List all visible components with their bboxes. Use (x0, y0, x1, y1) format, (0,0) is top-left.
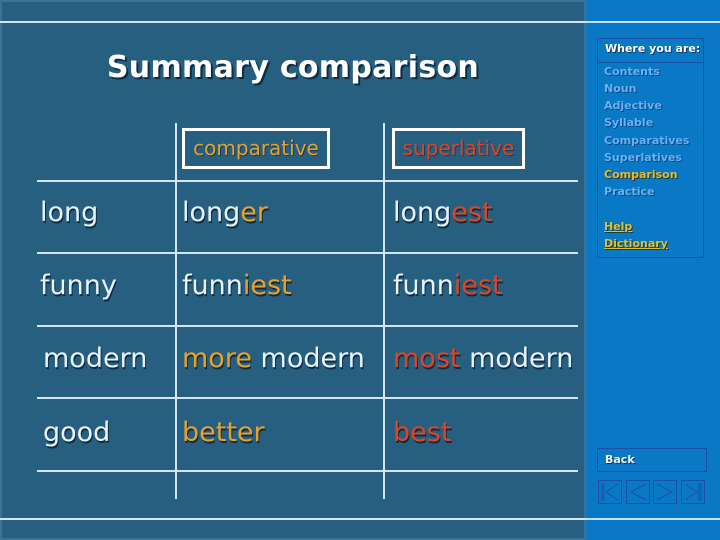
nav-item-superlatives[interactable]: Superlatives (604, 151, 682, 164)
rest: modern (251, 343, 365, 374)
previous-icon (629, 483, 647, 501)
table-row-base: modern (43, 343, 148, 374)
stem: long (393, 197, 452, 228)
row-divider (37, 397, 578, 399)
table-row-base: good (43, 417, 111, 448)
rest: modern (460, 343, 574, 374)
table-row-base: long (40, 197, 99, 228)
row-divider (37, 252, 578, 254)
table-row-comparative: funniest (182, 270, 292, 301)
bottom-divider (586, 518, 720, 520)
table-row-superlative: best (393, 417, 451, 448)
slide-main-panel: Summary comparison comparative superlati… (0, 0, 586, 540)
row-divider (37, 470, 578, 472)
modifier: more (182, 343, 252, 374)
nav-item-comparatives[interactable]: Comparatives (604, 134, 689, 147)
help-link[interactable]: Help (604, 220, 632, 233)
modifier: most (393, 343, 461, 374)
first-icon (601, 483, 619, 501)
top-divider (0, 21, 586, 23)
nav-item-comparison[interactable]: Comparison (604, 168, 678, 181)
previous-slide-button[interactable] (626, 480, 650, 504)
last-icon (684, 483, 702, 501)
table-row-comparative: longer (182, 197, 268, 228)
nav-item-noun[interactable]: Noun (604, 82, 636, 95)
nav-item-syllable[interactable]: Syllable (604, 116, 653, 129)
table-row-comparative: better (182, 417, 265, 448)
dictionary-link[interactable]: Dictionary (604, 237, 668, 250)
table-row-superlative: longest (393, 197, 493, 228)
row-divider (37, 180, 578, 182)
suffix: er (240, 197, 268, 228)
table-row-superlative: most modern (393, 343, 573, 374)
row-divider (37, 325, 578, 327)
table-row-superlative: funniest (393, 270, 503, 301)
header-comparative: comparative (182, 128, 330, 169)
first-slide-button[interactable] (598, 480, 622, 504)
nav-item-contents[interactable]: Contents (604, 65, 660, 78)
where-you-are-heading: Where you are: (597, 38, 702, 63)
top-divider (586, 21, 720, 23)
stem: funn (393, 270, 454, 301)
next-icon (656, 483, 674, 501)
nav-item-practice[interactable]: Practice (604, 185, 654, 198)
back-button[interactable]: Back (597, 448, 707, 472)
page-title: Summary comparison (106, 50, 480, 85)
header-superlative: superlative (392, 128, 525, 169)
bottom-divider (0, 518, 586, 520)
next-slide-button[interactable] (653, 480, 677, 504)
stem: long (182, 197, 241, 228)
suffix: iest (453, 270, 503, 301)
suffix: better (182, 417, 265, 448)
suffix: iest (242, 270, 292, 301)
suffix: est (451, 197, 493, 228)
last-slide-button[interactable] (681, 480, 705, 504)
table-row-comparative: more modern (182, 343, 365, 374)
nav-item-adjective[interactable]: Adjective (604, 99, 662, 112)
table-row-base: funny (40, 270, 117, 301)
stem: funn (182, 270, 243, 301)
suffix: best (393, 417, 452, 448)
